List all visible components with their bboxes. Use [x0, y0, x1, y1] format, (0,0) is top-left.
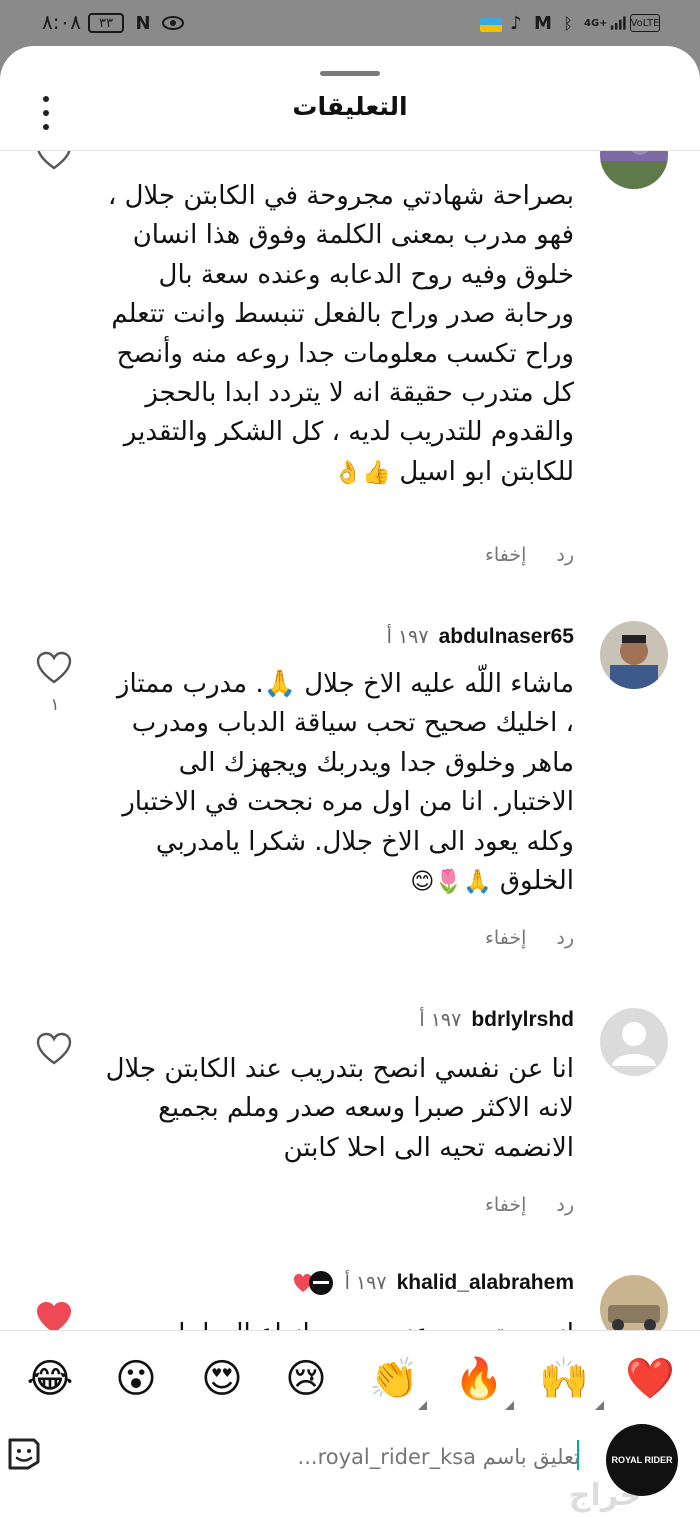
comments-sheet: التعليقات بصراحة شهادتي مجروحة في الكابت… [0, 46, 700, 1517]
comment-text: ماشاء اللّه عليه الاخ جلال 🙏. مدرب ممتاز… [104, 665, 574, 901]
comment-text: انا عن نفسي انصح بتدريب عند الكابتن جلال… [104, 1050, 574, 1168]
sticker-icon[interactable] [4, 1434, 44, 1474]
avatar[interactable] [600, 151, 668, 189]
reaction-heart-eyes-button[interactable]: 😍 [194, 1351, 250, 1407]
reaction-clap-button[interactable]: 👏 [366, 1351, 422, 1407]
more-reactions-indicator [505, 1401, 514, 1410]
text-cursor [577, 1440, 579, 1470]
status-bar: ٨:٠٨ ٣٣ N ♪ M ᛒ 4G+ VoLTE [0, 0, 700, 46]
nfc-icon: N [135, 12, 151, 34]
comment-emojis: 🙏🌷😊 [410, 869, 492, 896]
comment-body: انا عن نفسي انصح بتدريب عند الكابتن جلال… [105, 1054, 574, 1163]
like-count: ١ [50, 695, 60, 715]
comment-header: khalid_alabrahem ١٩٧ أ [293, 1269, 574, 1297]
reaction-laughing-button[interactable]: 😂 [22, 1351, 78, 1407]
more-reactions-indicator [595, 1401, 604, 1410]
comment-list[interactable]: بصراحة شهادتي مجروحة في الكابتن جلال ، ف… [0, 151, 700, 1331]
creator-liked-icon [293, 1271, 333, 1295]
network-type: 4G+ [584, 17, 608, 29]
more-options-icon[interactable] [34, 96, 58, 130]
avatar-label: ROYAL RIDER [611, 1455, 673, 1465]
hide-button[interactable]: إخفاء [485, 544, 526, 572]
reaction-crying-button[interactable]: 😢 [278, 1351, 334, 1407]
signal-icon: 4G+ [584, 12, 626, 34]
comment-input[interactable] [250, 1442, 580, 1472]
avatar[interactable] [600, 1008, 668, 1076]
page-title: التعليقات [292, 92, 408, 121]
reply-button[interactable]: رد [556, 927, 574, 955]
comment-actions: رد إخفاء [485, 544, 574, 572]
comment-header: abdulnaser65 ١٩٧ أ [387, 623, 574, 651]
comment-emojis: 👍👌 [333, 459, 392, 486]
watermark: حراج [568, 1478, 642, 1513]
timestamp: ١٩٧ أ [344, 1272, 387, 1294]
avatar[interactable] [600, 621, 668, 689]
comment-body: بصراحة شهادتي مجروحة في الكابتن جلال ، ف… [107, 181, 574, 487]
mail-icon: M [534, 12, 552, 34]
volte-icon: VoLTE [630, 14, 660, 32]
heart-icon[interactable] [36, 1301, 72, 1331]
heart-icon[interactable] [36, 1032, 72, 1066]
avatar[interactable] [600, 1275, 668, 1331]
eye-icon [160, 12, 186, 34]
comment-text: انصح بتدريب عنده جميع انواع الدراجات عند… [104, 1315, 574, 1331]
comment-input-bar: ROYAL RIDER حراج [0, 1424, 700, 1517]
reaction-heart-button[interactable]: ❤️ [622, 1351, 678, 1407]
username[interactable]: bdrlylrshd [471, 1008, 574, 1032]
reply-button[interactable]: رد [556, 544, 574, 572]
comment-actions: رد إخفاء [485, 1194, 574, 1222]
bluetooth-icon: ᛒ [563, 13, 573, 33]
heart-icon[interactable] [36, 151, 72, 171]
username[interactable]: khalid_alabrahem [397, 1271, 574, 1295]
comment-text: بصراحة شهادتي مجروحة في الكابتن جلال ، ف… [104, 177, 574, 492]
comment-actions: رد إخفاء [485, 927, 574, 955]
comment-header: bdrlylrshd ١٩٧ أ [419, 1006, 574, 1034]
comment-body: ماشاء اللّه عليه الاخ جلال 🙏. مدرب ممتاز… [116, 669, 574, 897]
timestamp: ١٩٧ أ [386, 626, 429, 648]
reaction-surprised-button[interactable]: 😮 [108, 1351, 164, 1407]
app-notification-icon [480, 18, 502, 32]
battery-icon: ٣٣ [88, 13, 124, 33]
drag-handle[interactable] [320, 71, 380, 76]
username[interactable]: abdulnaser65 [439, 625, 574, 649]
more-reactions-indicator [418, 1401, 427, 1410]
tiktok-icon: ♪ [510, 12, 522, 34]
quick-reactions-bar: ❤️ 🙌 🔥 👏 😢 😍 😮 😂 [0, 1330, 700, 1424]
reply-button[interactable]: رد [556, 1194, 574, 1222]
hide-button[interactable]: إخفاء [485, 927, 526, 955]
status-time: ٨:٠٨ [42, 10, 81, 34]
timestamp: ١٩٧ أ [419, 1009, 462, 1031]
reaction-fire-button[interactable]: 🔥 [451, 1351, 507, 1407]
heart-icon[interactable] [36, 651, 72, 685]
hide-button[interactable]: إخفاء [485, 1194, 526, 1222]
reaction-raised-hands-button[interactable]: 🙌 [536, 1351, 592, 1407]
